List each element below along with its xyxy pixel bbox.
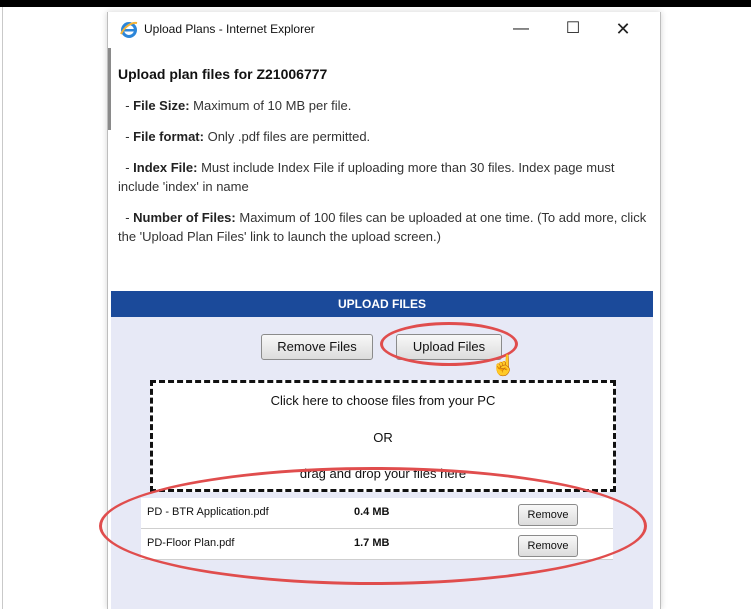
rule-file-size: - File Size: Maximum of 10 MB per file. bbox=[118, 98, 352, 113]
internet-explorer-icon bbox=[120, 21, 138, 38]
top-black-bar bbox=[0, 0, 751, 7]
rule-label: File format: bbox=[133, 129, 204, 144]
rule-file-format: - File format: Only .pdf files are permi… bbox=[118, 129, 371, 144]
upload-files-header: UPLOAD FILES bbox=[111, 291, 653, 317]
maximize-button[interactable]: ☐ bbox=[558, 18, 588, 40]
upload-plans-window: Upload Plans - Internet Explorer — ☐ ✕ U… bbox=[99, 12, 661, 609]
rule-number-of-files: - Number of Files: Maximum of 100 files … bbox=[118, 210, 647, 244]
rule-text: Only .pdf files are permitted. bbox=[207, 129, 371, 144]
scrollbar-edge[interactable] bbox=[108, 48, 111, 130]
upload-panel: Remove Files Upload Files ☝ Click here t… bbox=[99, 317, 653, 609]
hand-cursor-icon: ☝ bbox=[491, 355, 516, 377]
window-title: Upload Plans - Internet Explorer bbox=[144, 22, 315, 36]
instructions: Upload plan files for Z21006777 - File S… bbox=[118, 66, 653, 258]
highlight-ellipse-file-list bbox=[99, 467, 647, 585]
rule-text: Maximum of 10 MB per file. bbox=[193, 98, 352, 113]
dropzone-choose-text: Click here to choose files from your PC bbox=[270, 393, 496, 408]
close-button[interactable]: ✕ bbox=[608, 18, 638, 40]
rule-label: Index File: bbox=[133, 160, 198, 175]
remove-files-button[interactable]: Remove Files bbox=[261, 334, 373, 360]
rule-label: Number of Files: bbox=[133, 210, 236, 225]
minimize-button[interactable]: — bbox=[506, 18, 536, 40]
dropzone-or-text: OR bbox=[373, 430, 393, 445]
rule-index-file: - Index File: Must include Index File if… bbox=[118, 160, 615, 194]
page-heading: Upload plan files for Z21006777 bbox=[118, 66, 328, 82]
window-titlebar[interactable]: Upload Plans - Internet Explorer — ☐ ✕ bbox=[108, 12, 660, 46]
rule-label: File Size: bbox=[133, 98, 190, 113]
